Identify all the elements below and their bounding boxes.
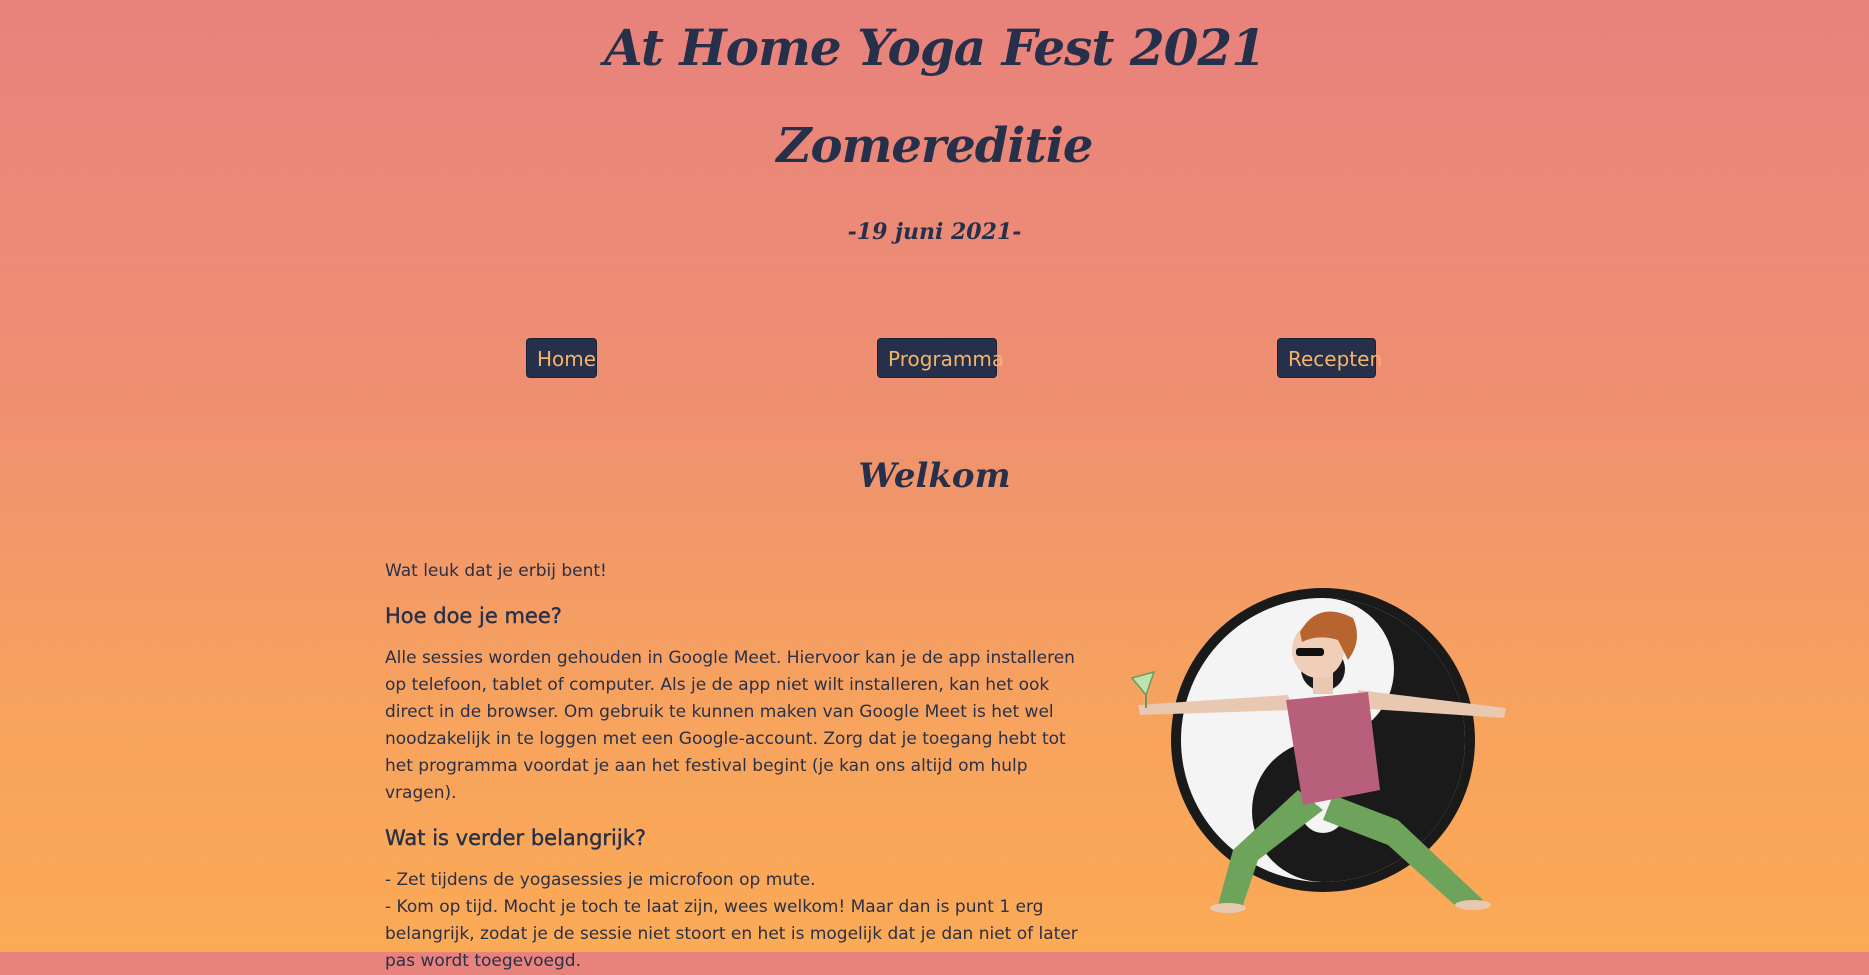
section-title-important: Wat is verder belangrijk? bbox=[385, 826, 647, 850]
nav-programma-button[interactable]: Programma bbox=[877, 338, 1004, 378]
section-text-participate: Alle sessies worden gehouden in Google M… bbox=[385, 648, 1075, 803]
section-title-participate: Hoe doe je mee? bbox=[385, 604, 562, 628]
welcome-content: Wat leuk dat je erbij bent! Hoe doe je m… bbox=[385, 558, 1085, 975]
nav-home-button[interactable]: Home bbox=[526, 338, 597, 378]
nav-recepten-button[interactable]: Recepten bbox=[1277, 338, 1382, 378]
page-subtitle: Zomereditie bbox=[776, 118, 1094, 174]
yin-yang-yoga-icon bbox=[1130, 588, 1506, 913]
welcome-heading: Welkom bbox=[858, 456, 1011, 496]
intro-text: Wat leuk dat je erbij bent! bbox=[385, 561, 607, 581]
event-date: -19 juni 2021- bbox=[847, 219, 1022, 245]
list-item: - Zet tijdens de yogasessies je microfoo… bbox=[385, 870, 816, 890]
page-title: At Home Yoga Fest 2021 bbox=[604, 18, 1266, 77]
important-list: - Zet tijdens de yogasessies je microfoo… bbox=[385, 867, 1085, 975]
list-item: - Kom op tijd. Mocht je toch te laat zij… bbox=[385, 897, 1078, 971]
